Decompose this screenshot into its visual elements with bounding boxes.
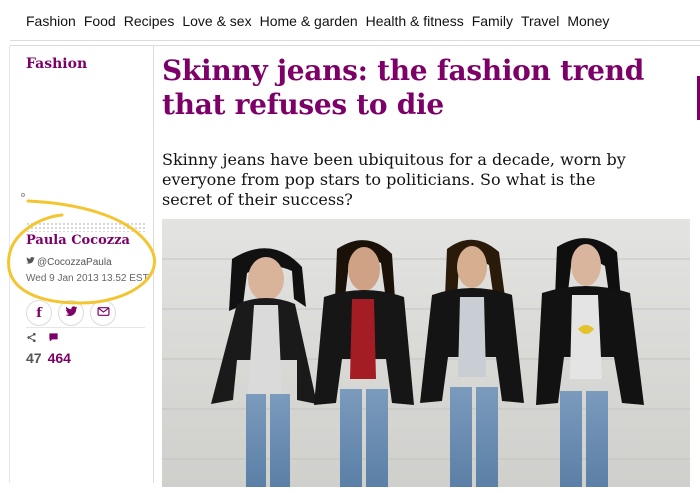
comment-count: 464 (47, 350, 71, 366)
engagement-counts: 47 464 (26, 332, 77, 366)
article-standfirst: Skinny jeans have been ubiquitous for a … (162, 150, 626, 209)
nav-item-home-garden[interactable]: Home & garden (260, 13, 358, 29)
article-photo (162, 219, 690, 487)
band-photo-image (162, 219, 690, 487)
publish-date: Wed 9 Jan 2013 13.52 EST (26, 273, 149, 284)
share-icon (26, 332, 37, 350)
nav-divider (10, 40, 700, 41)
nav-item-love-sex[interactable]: Love & sex (182, 13, 251, 29)
twitter-share-button[interactable] (58, 300, 84, 326)
section-label[interactable]: Fashion (26, 56, 87, 72)
nav-item-health-fitness[interactable]: Health & fitness (366, 13, 464, 29)
dotted-divider (26, 222, 145, 232)
twitter-icon (65, 305, 78, 322)
twitter-link[interactable]: @CocozzaPaula (26, 256, 112, 268)
nav-item-family[interactable]: Family (472, 13, 513, 29)
bullet-dot (21, 193, 25, 197)
column-divider (153, 46, 154, 483)
nav-item-recipes[interactable]: Recipes (124, 13, 175, 29)
author-name[interactable]: Paula Cocozza (26, 233, 130, 248)
comment-icon (48, 332, 59, 350)
nav-item-travel[interactable]: Travel (521, 13, 559, 29)
nav-divider-secondary (10, 45, 700, 46)
email-share-button[interactable] (90, 300, 116, 326)
highlight-annotation (7, 199, 157, 305)
twitter-handle: @CocozzaPaula (37, 256, 112, 268)
facebook-share-button[interactable]: f (26, 300, 52, 326)
share-buttons: f (26, 300, 122, 326)
facebook-icon: f (36, 305, 42, 321)
nav-item-fashion[interactable]: Fashion (26, 13, 76, 29)
nav-item-money[interactable]: Money (567, 13, 609, 29)
share-count: 47 (26, 350, 42, 366)
nav-item-food[interactable]: Food (84, 13, 116, 29)
share-count-block[interactable]: 47 (26, 332, 42, 366)
email-icon (96, 305, 110, 322)
article-headline: Skinny jeans: the fashion trend that ref… (162, 54, 644, 121)
top-navigation: Fashion Food Recipes Love & sex Home & g… (0, 0, 700, 42)
share-divider (26, 327, 145, 328)
left-edge-rule (9, 46, 10, 483)
comment-count-block[interactable]: 464 (48, 332, 71, 366)
twitter-icon (26, 256, 37, 268)
